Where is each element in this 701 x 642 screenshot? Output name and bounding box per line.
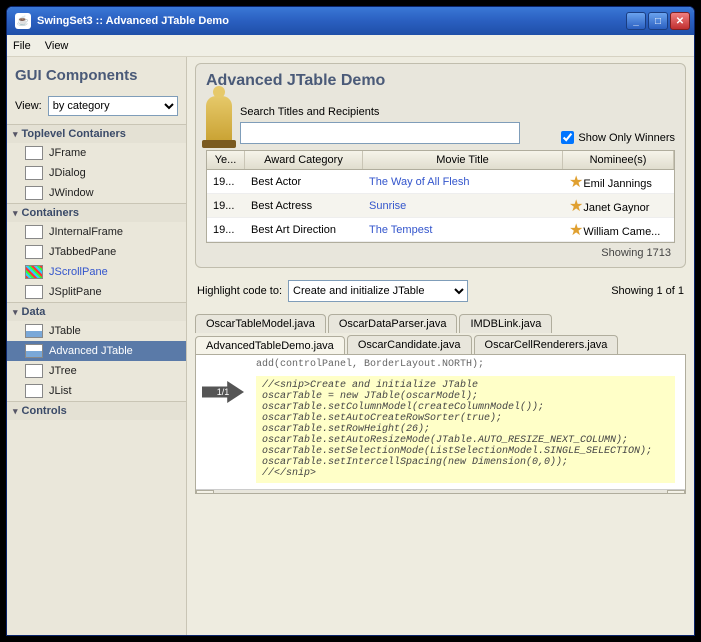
app-window: ☕ SwingSet3 :: Advanced JTable Demo _ □ … <box>6 6 695 636</box>
sidebar-item-jscrollpane[interactable]: JScrollPane <box>7 262 186 282</box>
category-toplevel[interactable]: Toplevel Containers <box>7 125 186 143</box>
category-controls[interactable]: Controls <box>7 402 186 420</box>
source-tabs: OscarTableModel.java OscarDataParser.jav… <box>195 312 686 354</box>
table-row[interactable]: 19... Best Art Direction The Tempest ★Wi… <box>207 218 674 242</box>
tab-oscarcellrenderers[interactable]: OscarCellRenderers.java <box>474 335 619 354</box>
sidebar: GUI Components View: by category Topleve… <box>7 57 187 635</box>
sidebar-item-jinternalframe[interactable]: JInternalFrame <box>7 222 186 242</box>
sidebar-item-jsplitpane[interactable]: JSplitPane <box>7 282 186 302</box>
show-winners-input[interactable] <box>561 131 574 144</box>
col-nominee[interactable]: Nominee(s) <box>563 151 674 169</box>
category-data[interactable]: Data <box>7 303 186 321</box>
col-year[interactable]: Ye... <box>207 151 245 169</box>
demo-title: Advanced JTable Demo <box>206 72 675 90</box>
tab-advancedtabledemo[interactable]: AdvancedTableDemo.java <box>195 336 345 355</box>
highlight-marker-icon: 1/1 <box>202 381 244 403</box>
window-title: SwingSet3 :: Advanced JTable Demo <box>35 15 626 27</box>
highlight-count: Showing 1 of 1 <box>611 285 684 297</box>
star-icon: ★ <box>569 174 583 191</box>
code-body: //<snip>Create and initialize JTable osc… <box>256 376 675 483</box>
oscar-table[interactable]: Ye... Award Category Movie Title Nominee… <box>206 150 675 243</box>
menubar: File View <box>7 35 694 57</box>
view-select[interactable]: by category <box>48 96 178 116</box>
table-row[interactable]: 19... Best Actor The Way of All Flesh ★E… <box>207 170 674 194</box>
code-pre: add(controlPanel, BorderLayout.NORTH); <box>196 355 685 370</box>
sidebar-item-advanced-jtable[interactable]: Advanced JTable <box>7 341 186 361</box>
sidebar-item-jtable[interactable]: JTable <box>7 321 186 341</box>
search-input[interactable] <box>240 122 520 144</box>
search-label: Search Titles and Recipients <box>240 106 553 118</box>
oscar-icon <box>206 96 232 144</box>
sidebar-item-jwindow[interactable]: JWindow <box>7 183 186 203</box>
table-row[interactable]: 19... Best Actress Sunrise ★Janet Gaynor <box>207 194 674 218</box>
sidebar-item-jtree[interactable]: JTree <box>7 361 186 381</box>
titlebar[interactable]: ☕ SwingSet3 :: Advanced JTable Demo _ □ … <box>7 7 694 35</box>
highlight-select[interactable]: Create and initialize JTable <box>288 280 468 302</box>
col-title[interactable]: Movie Title <box>363 151 563 169</box>
menu-view[interactable]: View <box>45 40 69 52</box>
menu-file[interactable]: File <box>13 40 31 52</box>
tab-oscarcandidate[interactable]: OscarCandidate.java <box>347 335 472 354</box>
sidebar-item-jlist[interactable]: JList <box>7 381 186 401</box>
star-icon: ★ <box>569 222 583 239</box>
tab-imdblink[interactable]: IMDBLink.java <box>459 314 552 333</box>
col-category[interactable]: Award Category <box>245 151 363 169</box>
sidebar-item-jframe[interactable]: JFrame <box>7 143 186 163</box>
showing-count: Showing 1713 <box>206 243 675 259</box>
tab-oscardataparser[interactable]: OscarDataParser.java <box>328 314 458 333</box>
sidebar-item-jtabbedpane[interactable]: JTabbedPane <box>7 242 186 262</box>
source-viewer[interactable]: add(controlPanel, BorderLayout.NORTH); 1… <box>195 354 686 494</box>
view-label: View: <box>15 100 42 112</box>
app-icon: ☕ <box>15 13 31 29</box>
main-panel: Advanced JTable Demo Search Titles and R… <box>187 57 694 635</box>
sidebar-item-jdialog[interactable]: JDialog <box>7 163 186 183</box>
maximize-button[interactable]: □ <box>648 12 668 30</box>
close-button[interactable]: ✕ <box>670 12 690 30</box>
horizontal-scrollbar[interactable] <box>196 489 685 494</box>
demo-panel: Advanced JTable Demo Search Titles and R… <box>195 63 686 268</box>
minimize-button[interactable]: _ <box>626 12 646 30</box>
show-winners-checkbox[interactable]: Show Only Winners <box>561 131 675 144</box>
sidebar-title: GUI Components <box>7 57 186 92</box>
category-containers[interactable]: Containers <box>7 204 186 222</box>
tab-oscartablemodel[interactable]: OscarTableModel.java <box>195 314 326 333</box>
table-header[interactable]: Ye... Award Category Movie Title Nominee… <box>207 151 674 170</box>
highlight-label: Highlight code to: <box>197 285 282 297</box>
star-icon: ★ <box>569 198 583 215</box>
